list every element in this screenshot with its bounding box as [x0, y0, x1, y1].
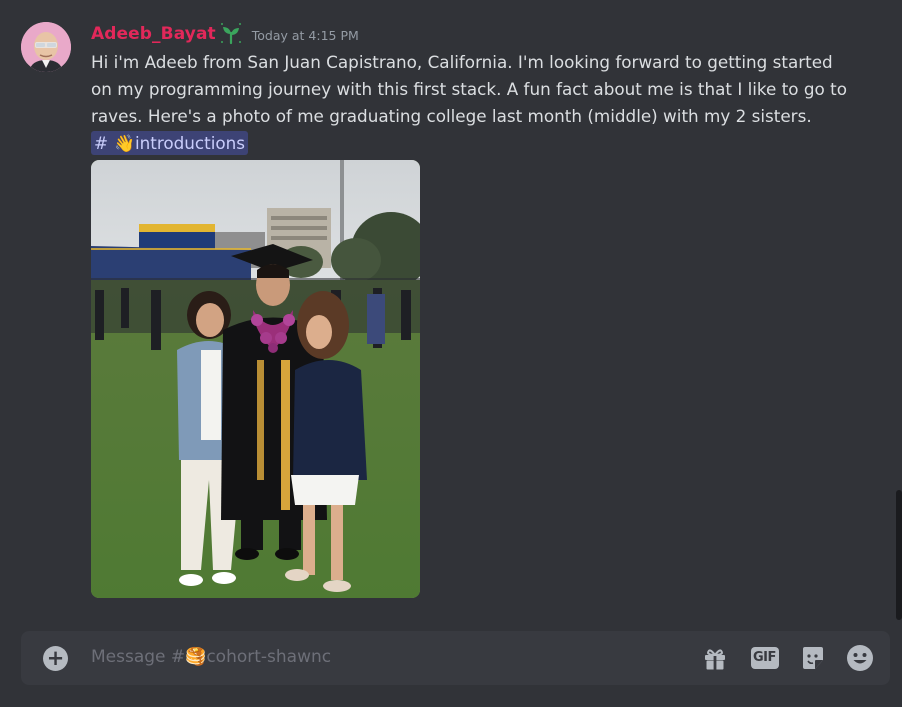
message-content: Hi i'm Adeeb from San Juan Capistrano, C…: [91, 49, 851, 157]
message-input[interactable]: Message # 🥞 cohort-shawnc: [91, 647, 331, 667]
avatar[interactable]: [21, 22, 71, 72]
pancake-emoji: 🥞: [185, 647, 207, 667]
emoji-button[interactable]: [846, 644, 874, 672]
scrollbar[interactable]: [896, 490, 902, 620]
gift-icon: [705, 649, 725, 670]
message-text: Hi i'm Adeeb from San Juan Capistrano, C…: [91, 52, 847, 126]
add-attachment-button[interactable]: +: [43, 646, 68, 671]
channel-mention-introductions[interactable]: # 👋introductions: [91, 131, 249, 155]
message-composer: + Message # 🥞 cohort-shawnc GIF: [21, 631, 890, 685]
plus-icon: +: [46, 646, 65, 670]
channel-hash-icon: #: [94, 133, 109, 153]
gif-label: GIF: [753, 650, 776, 665]
avatar-image: [21, 22, 71, 72]
message-header: Adeeb_Bayat Today at 4:15 PM: [91, 21, 359, 47]
sprout-icon[interactable]: [218, 21, 244, 47]
emoji-icon: [847, 645, 873, 671]
wave-emoji: 👋: [114, 133, 135, 153]
username[interactable]: Adeeb_Bayat: [91, 24, 216, 44]
chat-window: Adeeb_Bayat Today at 4:15 PM Hi i'm Adee…: [0, 0, 902, 707]
message-input-placeholder: Message #: [91, 647, 186, 667]
chat-message: Adeeb_Bayat Today at 4:15 PM Hi i'm Adee…: [0, 0, 890, 610]
sticker-icon: [803, 647, 823, 669]
graduation-photo-image: [91, 160, 420, 598]
channel-mention-name: introductions: [134, 133, 246, 153]
message-timestamp[interactable]: Today at 4:15 PM: [252, 28, 359, 43]
graduation-photo[interactable]: [91, 160, 420, 598]
sticker-button[interactable]: [799, 644, 827, 672]
gif-button[interactable]: GIF: [750, 644, 779, 672]
message-input-channel: cohort-shawnc: [206, 647, 332, 667]
gift-button[interactable]: [701, 644, 729, 672]
